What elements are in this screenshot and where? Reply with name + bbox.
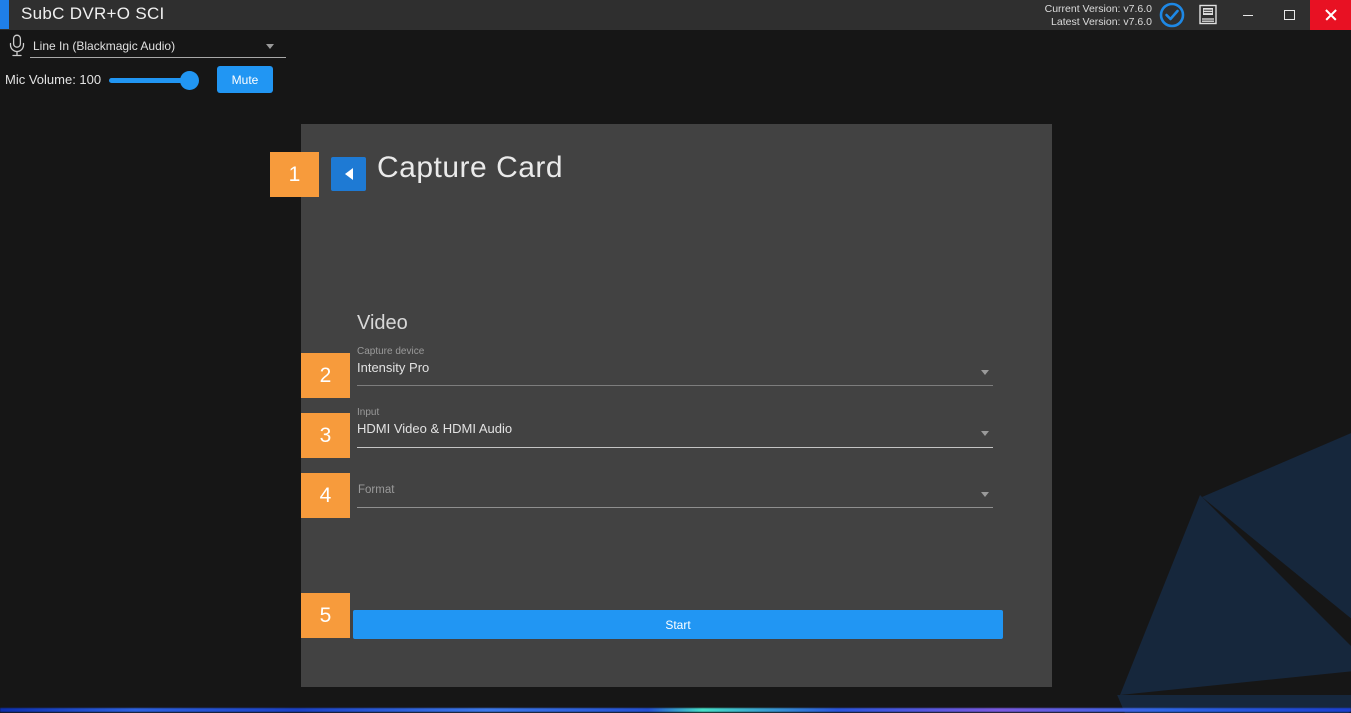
app-title: SubC DVR+O SCI bbox=[21, 4, 165, 24]
dropdown-arrow-icon bbox=[266, 44, 274, 49]
log-book-icon bbox=[1198, 4, 1219, 26]
close-icon bbox=[1325, 9, 1337, 21]
audio-device-dropdown[interactable]: Line In (Blackmagic Audio) bbox=[30, 34, 286, 58]
dropdown-arrow-icon bbox=[981, 370, 989, 375]
minimize-button[interactable] bbox=[1228, 0, 1268, 30]
version-info: Current Version: v7.6.0 Latest Version: … bbox=[1012, 3, 1152, 28]
dropdown-underline bbox=[357, 385, 993, 386]
current-version-label: Current Version: v7.6.0 bbox=[1012, 3, 1152, 16]
mute-button-label: Mute bbox=[232, 73, 259, 87]
microphone-icon bbox=[8, 34, 26, 58]
capture-card-panel bbox=[301, 124, 1052, 687]
update-status-button[interactable] bbox=[1157, 0, 1187, 30]
mic-volume-slider[interactable] bbox=[105, 68, 205, 92]
check-circle-icon bbox=[1159, 2, 1185, 28]
latest-version-label: Latest Version: v7.6.0 bbox=[1012, 16, 1152, 29]
dropdown-underline bbox=[357, 447, 993, 448]
audio-device-selected: Line In (Blackmagic Audio) bbox=[33, 39, 175, 53]
mic-volume-label: Mic Volume: 100 bbox=[5, 72, 101, 87]
input-label: Input bbox=[357, 407, 379, 418]
app-window: SubC DVR+O SCI Current Version: v7.6.0 L… bbox=[0, 0, 1351, 713]
annotation-badge-1: 1 bbox=[270, 152, 319, 197]
badge-number: 1 bbox=[289, 163, 301, 187]
start-button-label: Start bbox=[665, 618, 690, 632]
annotation-badge-4: 4 bbox=[301, 473, 350, 518]
format-placeholder: Format bbox=[358, 484, 394, 496]
start-button[interactable]: Start bbox=[353, 610, 1003, 639]
mute-button[interactable]: Mute bbox=[217, 66, 273, 93]
video-section-heading: Video bbox=[357, 312, 408, 335]
dropdown-underline bbox=[357, 507, 993, 508]
input-value: HDMI Video & HDMI Audio bbox=[357, 421, 512, 436]
capture-device-value: Intensity Pro bbox=[357, 360, 429, 375]
annotation-badge-5: 5 bbox=[301, 593, 350, 638]
badge-number: 4 bbox=[320, 484, 332, 508]
annotation-badge-2: 2 bbox=[301, 353, 350, 398]
dropdown-arrow-icon bbox=[981, 431, 989, 436]
titlebar-accent bbox=[0, 0, 9, 29]
maximize-button[interactable] bbox=[1268, 0, 1310, 30]
minimize-icon bbox=[1243, 15, 1253, 16]
maximize-icon bbox=[1284, 10, 1295, 20]
dropdown-underline bbox=[30, 57, 286, 58]
page-title: Capture Card bbox=[377, 151, 563, 185]
aperture-logo-decoration bbox=[1100, 395, 1351, 713]
badge-number: 3 bbox=[320, 424, 332, 448]
badge-number: 2 bbox=[320, 364, 332, 388]
log-button[interactable] bbox=[1194, 0, 1222, 30]
capture-device-dropdown[interactable]: Capture device Intensity Pro bbox=[357, 346, 993, 386]
titlebar: SubC DVR+O SCI Current Version: v7.6.0 L… bbox=[0, 0, 1351, 30]
format-dropdown[interactable]: Format bbox=[357, 468, 993, 508]
capture-device-label: Capture device bbox=[357, 346, 424, 357]
back-arrow-icon bbox=[345, 168, 353, 180]
bottom-glow-strip bbox=[0, 708, 1351, 712]
back-button[interactable] bbox=[331, 157, 366, 191]
dropdown-arrow-icon bbox=[981, 492, 989, 497]
annotation-badge-3: 3 bbox=[301, 413, 350, 458]
close-button[interactable] bbox=[1310, 0, 1351, 30]
slider-thumb[interactable] bbox=[180, 71, 199, 90]
badge-number: 5 bbox=[320, 604, 332, 628]
input-dropdown[interactable]: Input HDMI Video & HDMI Audio bbox=[357, 407, 993, 448]
